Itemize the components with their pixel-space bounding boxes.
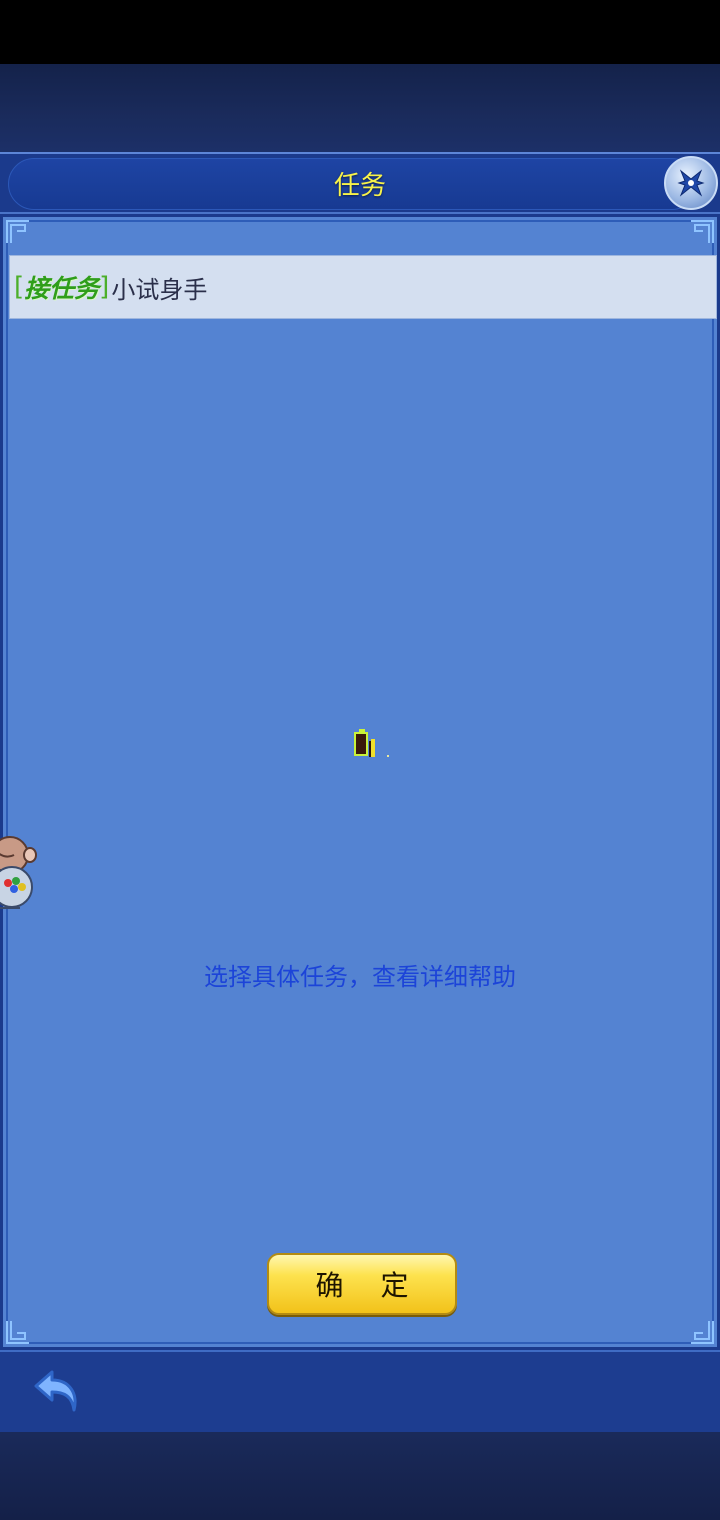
task-panel: [ 接任务 ] 小试身手 选择具体任务，查看详细帮助 确 定: [0, 214, 720, 1350]
confirm-button[interactable]: 确 定: [267, 1253, 457, 1315]
mascot-icon[interactable]: [0, 829, 42, 921]
task-tag-bracket-open: [: [14, 272, 25, 302]
window-title: 任务: [333, 170, 386, 201]
corner-ornament-icon: [691, 1321, 714, 1344]
close-icon: [677, 169, 705, 197]
task-list-item[interactable]: [ 接任务 ] 小试身手: [9, 255, 717, 319]
bottom-bar: [0, 1350, 720, 1432]
corner-ornament-icon: [6, 1321, 29, 1344]
task-tag-bracket-close: ]: [99, 272, 110, 302]
corner-ornament-icon: [691, 220, 714, 243]
status-bar: [0, 0, 720, 64]
help-text: 选择具体任务，查看详细帮助: [204, 963, 516, 991]
corner-ornament-icon: [6, 220, 29, 243]
back-arrow-icon[interactable]: [30, 1364, 86, 1422]
panel-frame: [6, 220, 714, 1344]
loading-icon: [354, 729, 389, 757]
top-background: [0, 64, 720, 152]
title-bar: 任务: [0, 152, 720, 214]
close-button[interactable]: [664, 156, 718, 210]
task-tag: 接任务: [24, 274, 100, 303]
task-name: 小试身手: [111, 275, 208, 304]
bottom-background: [0, 1432, 720, 1520]
